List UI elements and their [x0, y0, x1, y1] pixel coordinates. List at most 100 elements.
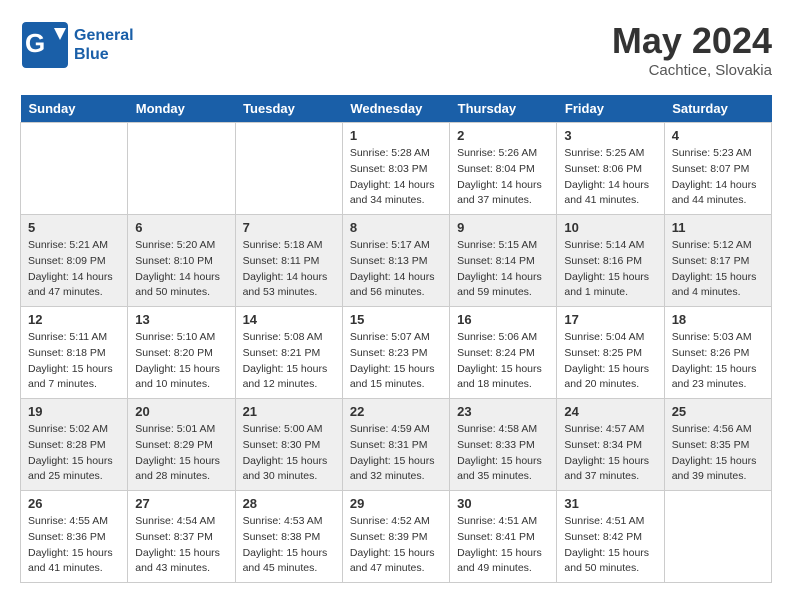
calendar-week-5: 26Sunrise: 4:55 AM Sunset: 8:36 PM Dayli… — [21, 491, 772, 583]
month-title: May 2024 — [612, 20, 772, 62]
day-number: 11 — [672, 220, 764, 235]
calendar-cell: 13 Sunrise: 5:10 AM Sunset: 8:20 PM Dayli… — [128, 307, 235, 399]
day-number: 21 — [243, 404, 335, 419]
day-number: 22 — [350, 404, 442, 419]
calendar-cell: 16 Sunrise: 5:06 AM Sunset: 8:24 PM Dayli… — [450, 307, 557, 399]
column-header-monday: Monday — [128, 95, 235, 123]
day-info: Sunrise: 5:18 AM Sunset: 8:11 PM Dayligh… — [243, 238, 335, 301]
calendar-cell: 6 Sunrise: 5:20 AM Sunset: 8:10 PM Daylig… — [128, 215, 235, 307]
day-number: 23 — [457, 404, 549, 419]
day-info: Sunrise: 5:14 AM Sunset: 8:16 PM Dayligh… — [564, 238, 656, 301]
page-header: G General Blue May 2024 Cachtice, Slovak… — [20, 20, 772, 79]
day-number: 13 — [135, 312, 227, 327]
day-info: Sunrise: 5:17 AM Sunset: 8:13 PM Dayligh… — [350, 238, 442, 301]
day-number: 3 — [564, 128, 656, 143]
day-info: Sunrise: 5:12 AM Sunset: 8:17 PM Dayligh… — [672, 238, 764, 301]
logo-svg: G — [20, 20, 70, 70]
day-number: 6 — [135, 220, 227, 235]
column-header-wednesday: Wednesday — [342, 95, 449, 123]
day-number: 28 — [243, 496, 335, 511]
day-info: Sunrise: 5:08 AM Sunset: 8:21 PM Dayligh… — [243, 330, 335, 393]
calendar-cell: 30 Sunrise: 4:51 AM Sunset: 8:41 PM Dayli… — [450, 491, 557, 583]
calendar-cell: 24 Sunrise: 4:57 AM Sunset: 8:34 PM Dayli… — [557, 399, 664, 491]
title-block: May 2024 Cachtice, Slovakia — [612, 20, 772, 79]
day-info: Sunrise: 5:15 AM Sunset: 8:14 PM Dayligh… — [457, 238, 549, 301]
svg-text:G: G — [25, 28, 45, 58]
day-number: 26 — [28, 496, 120, 511]
calendar-cell: 25 Sunrise: 4:56 AM Sunset: 8:35 PM Dayli… — [664, 399, 771, 491]
day-info: Sunrise: 5:07 AM Sunset: 8:23 PM Dayligh… — [350, 330, 442, 393]
calendar-cell: 20 Sunrise: 5:01 AM Sunset: 8:29 PM Dayli… — [128, 399, 235, 491]
day-number: 20 — [135, 404, 227, 419]
day-info: Sunrise: 5:04 AM Sunset: 8:25 PM Dayligh… — [564, 330, 656, 393]
calendar-cell: 22 Sunrise: 4:59 AM Sunset: 8:31 PM Dayli… — [342, 399, 449, 491]
day-number: 2 — [457, 128, 549, 143]
calendar-cell: 18 Sunrise: 5:03 AM Sunset: 8:26 PM Dayli… — [664, 307, 771, 399]
day-info: Sunrise: 5:23 AM Sunset: 8:07 PM Dayligh… — [672, 146, 764, 209]
day-info: Sunrise: 5:10 AM Sunset: 8:20 PM Dayligh… — [135, 330, 227, 393]
column-header-tuesday: Tuesday — [235, 95, 342, 123]
calendar-week-2: 5 Sunrise: 5:21 AM Sunset: 8:09 PM Daylig… — [21, 215, 772, 307]
day-info: Sunrise: 5:11 AM Sunset: 8:18 PM Dayligh… — [28, 330, 120, 393]
location: Cachtice, Slovakia — [612, 62, 772, 79]
day-number: 1 — [350, 128, 442, 143]
calendar-cell: 1 Sunrise: 5:28 AM Sunset: 8:03 PM Daylig… — [342, 123, 449, 215]
day-info: Sunrise: 4:59 AM Sunset: 8:31 PM Dayligh… — [350, 422, 442, 485]
day-info: Sunrise: 5:03 AM Sunset: 8:26 PM Dayligh… — [672, 330, 764, 393]
day-number: 25 — [672, 404, 764, 419]
day-info: Sunrise: 5:25 AM Sunset: 8:06 PM Dayligh… — [564, 146, 656, 209]
day-info: Sunrise: 4:56 AM Sunset: 8:35 PM Dayligh… — [672, 422, 764, 485]
calendar-cell — [128, 123, 235, 215]
calendar-week-1: 1 Sunrise: 5:28 AM Sunset: 8:03 PM Daylig… — [21, 123, 772, 215]
calendar-cell: 7 Sunrise: 5:18 AM Sunset: 8:11 PM Daylig… — [235, 215, 342, 307]
day-number: 17 — [564, 312, 656, 327]
calendar-cell: 2 Sunrise: 5:26 AM Sunset: 8:04 PM Daylig… — [450, 123, 557, 215]
day-number: 24 — [564, 404, 656, 419]
day-number: 8 — [350, 220, 442, 235]
day-info: Sunrise: 4:57 AM Sunset: 8:34 PM Dayligh… — [564, 422, 656, 485]
day-info: Sunrise: 5:20 AM Sunset: 8:10 PM Dayligh… — [135, 238, 227, 301]
day-info: Sunrise: 5:06 AM Sunset: 8:24 PM Dayligh… — [457, 330, 549, 393]
calendar-cell: 12Sunrise: 5:11 AM Sunset: 8:18 PM Dayli… — [21, 307, 128, 399]
calendar-cell — [664, 491, 771, 583]
column-header-friday: Friday — [557, 95, 664, 123]
calendar-cell: 23 Sunrise: 4:58 AM Sunset: 8:33 PM Dayli… — [450, 399, 557, 491]
calendar-week-3: 12Sunrise: 5:11 AM Sunset: 8:18 PM Dayli… — [21, 307, 772, 399]
calendar-cell: 21Sunrise: 5:00 AM Sunset: 8:30 PM Dayli… — [235, 399, 342, 491]
column-header-saturday: Saturday — [664, 95, 771, 123]
day-number: 18 — [672, 312, 764, 327]
day-number: 10 — [564, 220, 656, 235]
day-number: 7 — [243, 220, 335, 235]
day-number: 30 — [457, 496, 549, 511]
calendar-cell: 28 Sunrise: 4:53 AM Sunset: 8:38 PM Dayli… — [235, 491, 342, 583]
calendar-cell: 26Sunrise: 4:55 AM Sunset: 8:36 PM Dayli… — [21, 491, 128, 583]
calendar-cell: 11 Sunrise: 5:12 AM Sunset: 8:17 PM Dayli… — [664, 215, 771, 307]
day-number: 27 — [135, 496, 227, 511]
day-info: Sunrise: 5:28 AM Sunset: 8:03 PM Dayligh… — [350, 146, 442, 209]
day-info: Sunrise: 4:58 AM Sunset: 8:33 PM Dayligh… — [457, 422, 549, 485]
logo: G General Blue — [20, 20, 134, 70]
calendar-cell — [21, 123, 128, 215]
calendar-cell: 3 Sunrise: 5:25 AM Sunset: 8:06 PM Daylig… — [557, 123, 664, 215]
day-number: 15 — [350, 312, 442, 327]
day-info: Sunrise: 5:21 AM Sunset: 8:09 PM Dayligh… — [28, 238, 120, 301]
day-number: 16 — [457, 312, 549, 327]
calendar-week-4: 19Sunrise: 5:02 AM Sunset: 8:28 PM Dayli… — [21, 399, 772, 491]
day-number: 14 — [243, 312, 335, 327]
calendar-cell — [235, 123, 342, 215]
day-info: Sunrise: 5:26 AM Sunset: 8:04 PM Dayligh… — [457, 146, 549, 209]
day-info: Sunrise: 5:01 AM Sunset: 8:29 PM Dayligh… — [135, 422, 227, 485]
calendar-cell: 9Sunrise: 5:15 AM Sunset: 8:14 PM Daylig… — [450, 215, 557, 307]
calendar-cell: 5 Sunrise: 5:21 AM Sunset: 8:09 PM Daylig… — [21, 215, 128, 307]
day-info: Sunrise: 4:51 AM Sunset: 8:41 PM Dayligh… — [457, 514, 549, 577]
day-number: 5 — [28, 220, 120, 235]
day-info: Sunrise: 4:51 AM Sunset: 8:42 PM Dayligh… — [564, 514, 656, 577]
calendar-table: SundayMondayTuesdayWednesdayThursdayFrid… — [20, 95, 772, 583]
day-info: Sunrise: 4:53 AM Sunset: 8:38 PM Dayligh… — [243, 514, 335, 577]
calendar-cell: 15 Sunrise: 5:07 AM Sunset: 8:23 PM Dayli… — [342, 307, 449, 399]
calendar-cell: 8 Sunrise: 5:17 AM Sunset: 8:13 PM Daylig… — [342, 215, 449, 307]
calendar-cell: 29Sunrise: 4:52 AM Sunset: 8:39 PM Dayli… — [342, 491, 449, 583]
calendar-cell: 31Sunrise: 4:51 AM Sunset: 8:42 PM Dayli… — [557, 491, 664, 583]
calendar-cell: 10 Sunrise: 5:14 AM Sunset: 8:16 PM Dayli… — [557, 215, 664, 307]
day-number: 19 — [28, 404, 120, 419]
